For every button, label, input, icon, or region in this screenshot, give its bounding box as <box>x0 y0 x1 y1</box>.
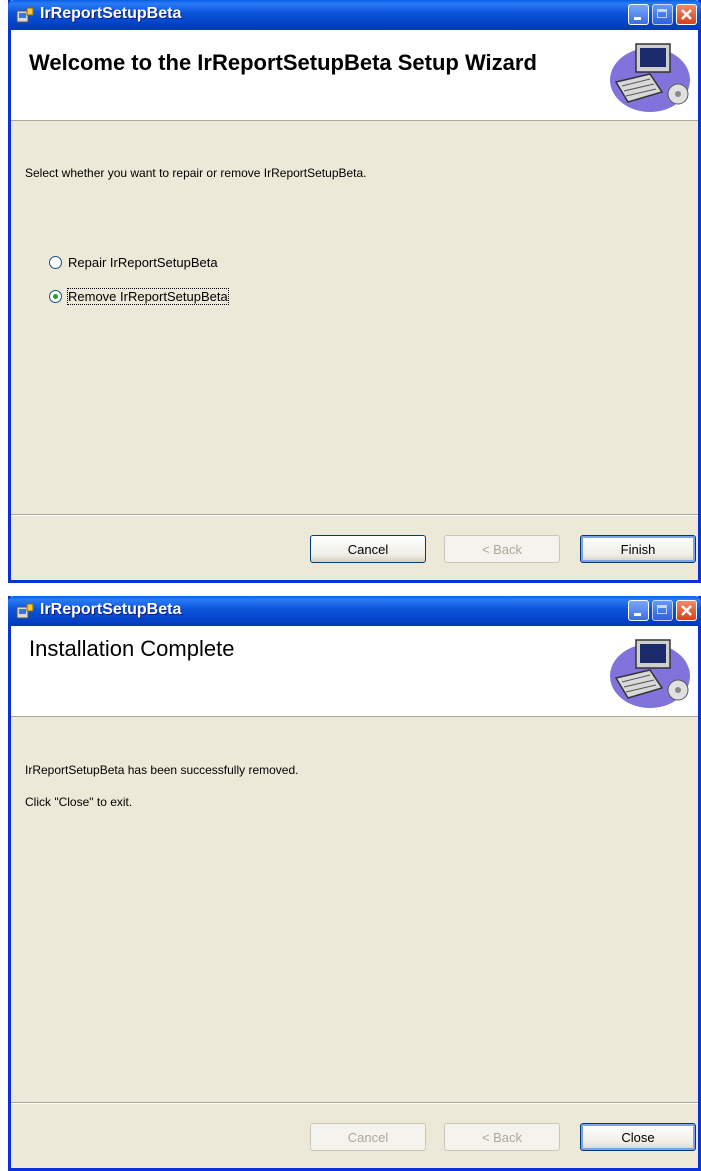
close-icon <box>681 605 692 616</box>
back-button[interactable]: < Back <box>444 1123 560 1151</box>
page-title: Installation Complete <box>29 636 235 661</box>
title-bar[interactable]: IrReportSetupBeta <box>8 0 701 30</box>
remove-radio[interactable] <box>49 289 62 303</box>
wizard-banner: Installation Complete <box>11 626 698 717</box>
wizard-banner: Welcome to the IrReportSetupBeta Setup W… <box>11 30 698 121</box>
maximize-button[interactable] <box>652 600 673 621</box>
repair-label[interactable]: Repair IrReportSetupBeta <box>68 255 218 270</box>
close-window-button[interactable] <box>676 4 697 25</box>
setup-wizard-window: IrReportSetupBeta Welcome to the IrRepor… <box>8 0 701 583</box>
button-separator <box>11 514 698 516</box>
finish-button[interactable]: Finish <box>580 535 696 563</box>
close-icon <box>681 9 692 20</box>
window-title: IrReportSetupBeta <box>40 5 182 22</box>
exit-hint: Click "Close" to exit. <box>25 795 133 809</box>
installer-icon <box>16 7 34 23</box>
close-window-button[interactable] <box>676 600 697 621</box>
minimize-button[interactable] <box>628 600 649 621</box>
installer-icon <box>16 603 34 619</box>
back-button[interactable]: < Back <box>444 535 560 563</box>
repair-option[interactable]: Repair IrReportSetupBeta <box>49 253 218 271</box>
computer-setup-icon <box>610 639 690 708</box>
remove-option[interactable]: Remove IrReportSetupBeta <box>49 287 229 305</box>
repair-radio[interactable] <box>49 255 62 269</box>
cancel-button[interactable]: Cancel <box>310 1123 426 1151</box>
installation-complete-window: IrReportSetupBeta Installation Complete … <box>8 596 701 1171</box>
remove-label[interactable]: Remove IrReportSetupBeta <box>67 287 229 305</box>
cancel-button[interactable]: Cancel <box>310 535 426 563</box>
window-title: IrReportSetupBeta <box>40 601 182 618</box>
title-bar[interactable]: IrReportSetupBeta <box>8 596 701 626</box>
page-title: Welcome to the IrReportSetupBeta Setup W… <box>29 50 537 75</box>
close-button[interactable]: Close <box>580 1123 696 1151</box>
instruction-text: Select whether you want to repair or rem… <box>25 166 367 180</box>
status-message: IrReportSetupBeta has been successfully … <box>25 763 299 777</box>
computer-setup-icon <box>610 43 690 112</box>
minimize-button[interactable] <box>628 4 649 25</box>
button-separator <box>11 1102 698 1104</box>
maximize-button[interactable] <box>652 4 673 25</box>
